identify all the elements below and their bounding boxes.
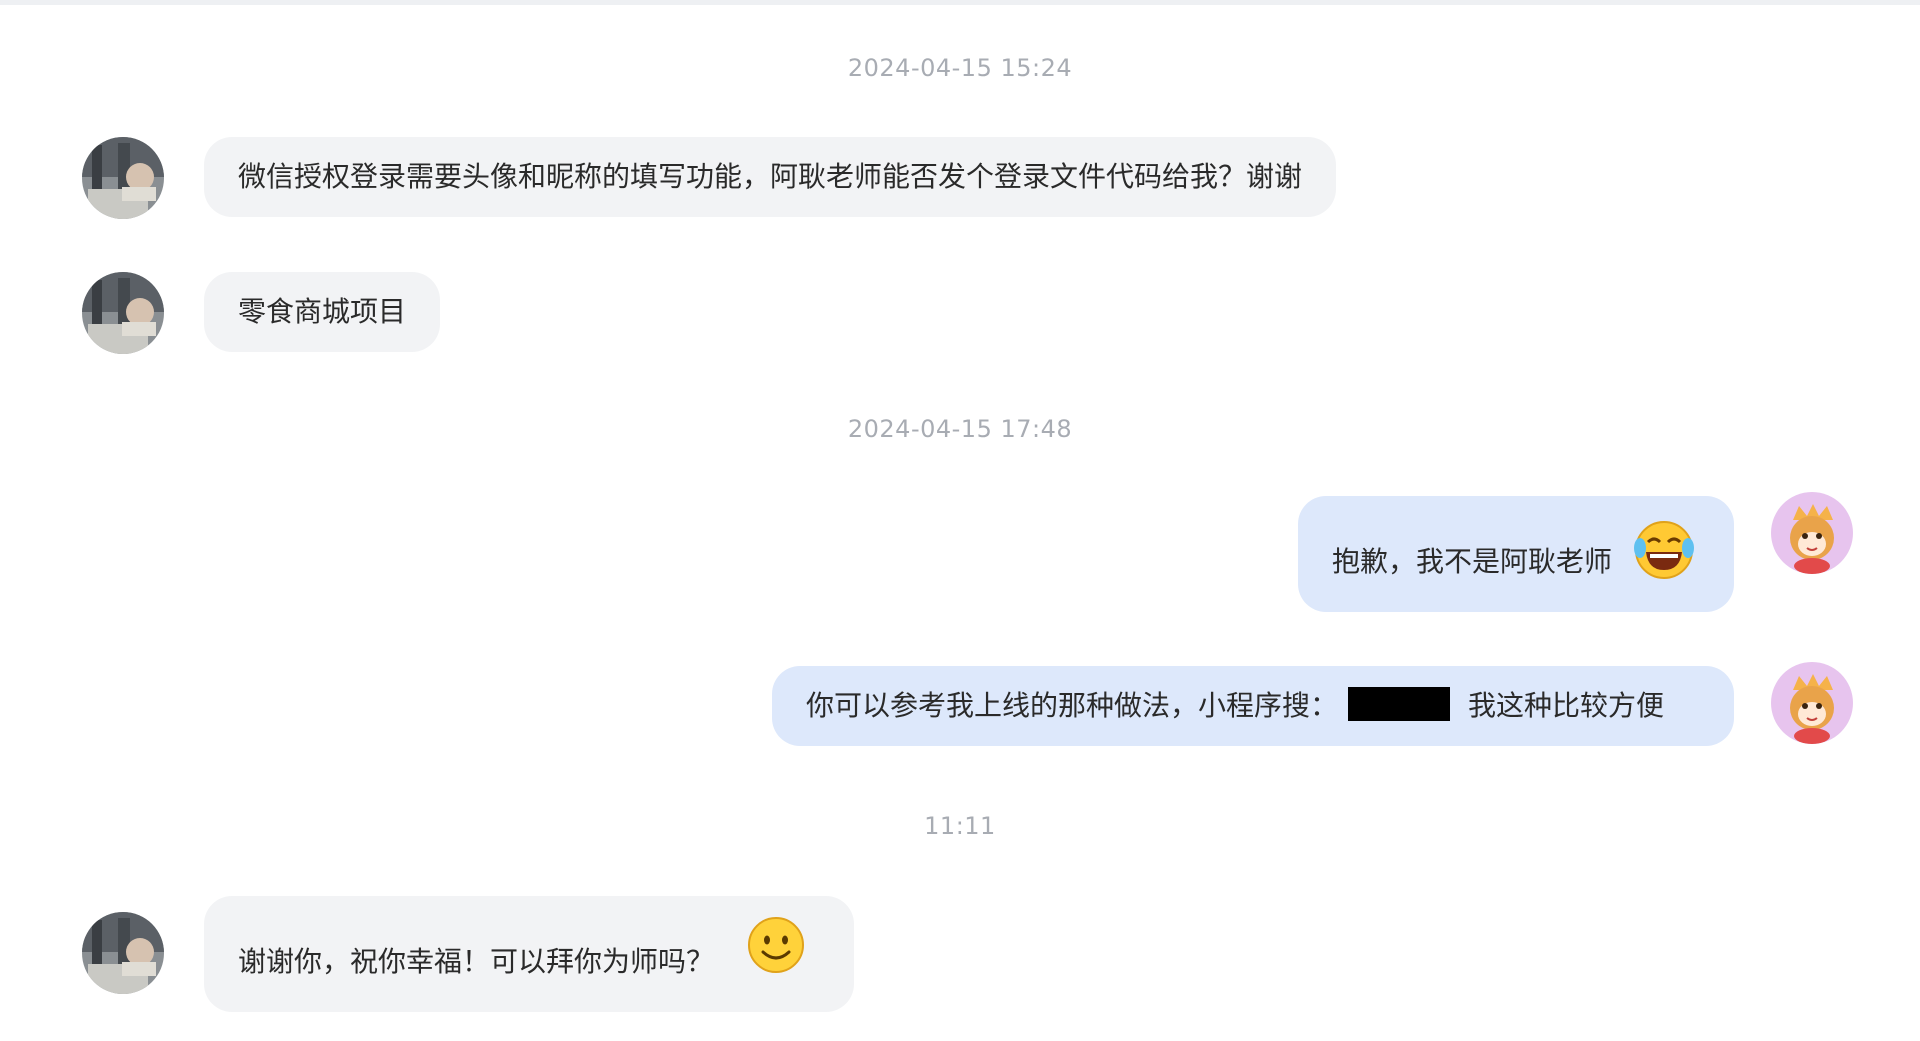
person-photo-icon [82,912,164,994]
contact-avatar[interactable] [82,137,164,219]
message-text: 微信授权登录需要头像和昵称的填写功能，阿耿老师能否发个登录文件代码给我？谢谢 [238,160,1303,193]
message-text: 谢谢你，祝你幸福！可以拜你为师吗？ [238,945,715,978]
self-avatar[interactable] [1771,492,1853,574]
top-divider [0,0,1920,5]
contact-avatar[interactable] [82,272,164,354]
message-bubble[interactable]: 你可以参考我上线的那种做法，小程序搜： 我这种比较方便 [772,666,1734,746]
smile-emoji-icon [745,914,807,980]
timestamp: 2024-04-15 17:48 [847,415,1073,443]
redaction-bar [1348,687,1451,721]
self-avatar[interactable] [1771,662,1853,744]
cartoon-avatar-icon [1771,492,1853,574]
message-text-before: 你可以参考我上线的那种做法，小程序搜： [806,689,1339,722]
timestamp: 2024-04-15 15:24 [847,54,1073,82]
cartoon-avatar-icon [1771,662,1853,744]
timestamp: 11:11 [924,812,996,840]
chat-window: 2024-04-15 15:24 微信授权登录需要头像和昵称的填写功能，阿耿老师… [0,0,1920,1041]
message-bubble[interactable]: 零食商城项目 [204,272,441,352]
message-text: 抱歉，我不是阿耿老师 [1332,545,1613,578]
message-text-after: 我这种比较方便 [1468,689,1665,722]
person-photo-icon [82,137,164,219]
message-text: 零食商城项目 [238,295,407,328]
laughing-tears-emoji-icon [1632,518,1696,586]
message-bubble[interactable]: 微信授权登录需要头像和昵称的填写功能，阿耿老师能否发个登录文件代码给我？谢谢 [204,137,1337,217]
contact-avatar[interactable] [82,912,164,994]
person-photo-icon [82,272,164,354]
